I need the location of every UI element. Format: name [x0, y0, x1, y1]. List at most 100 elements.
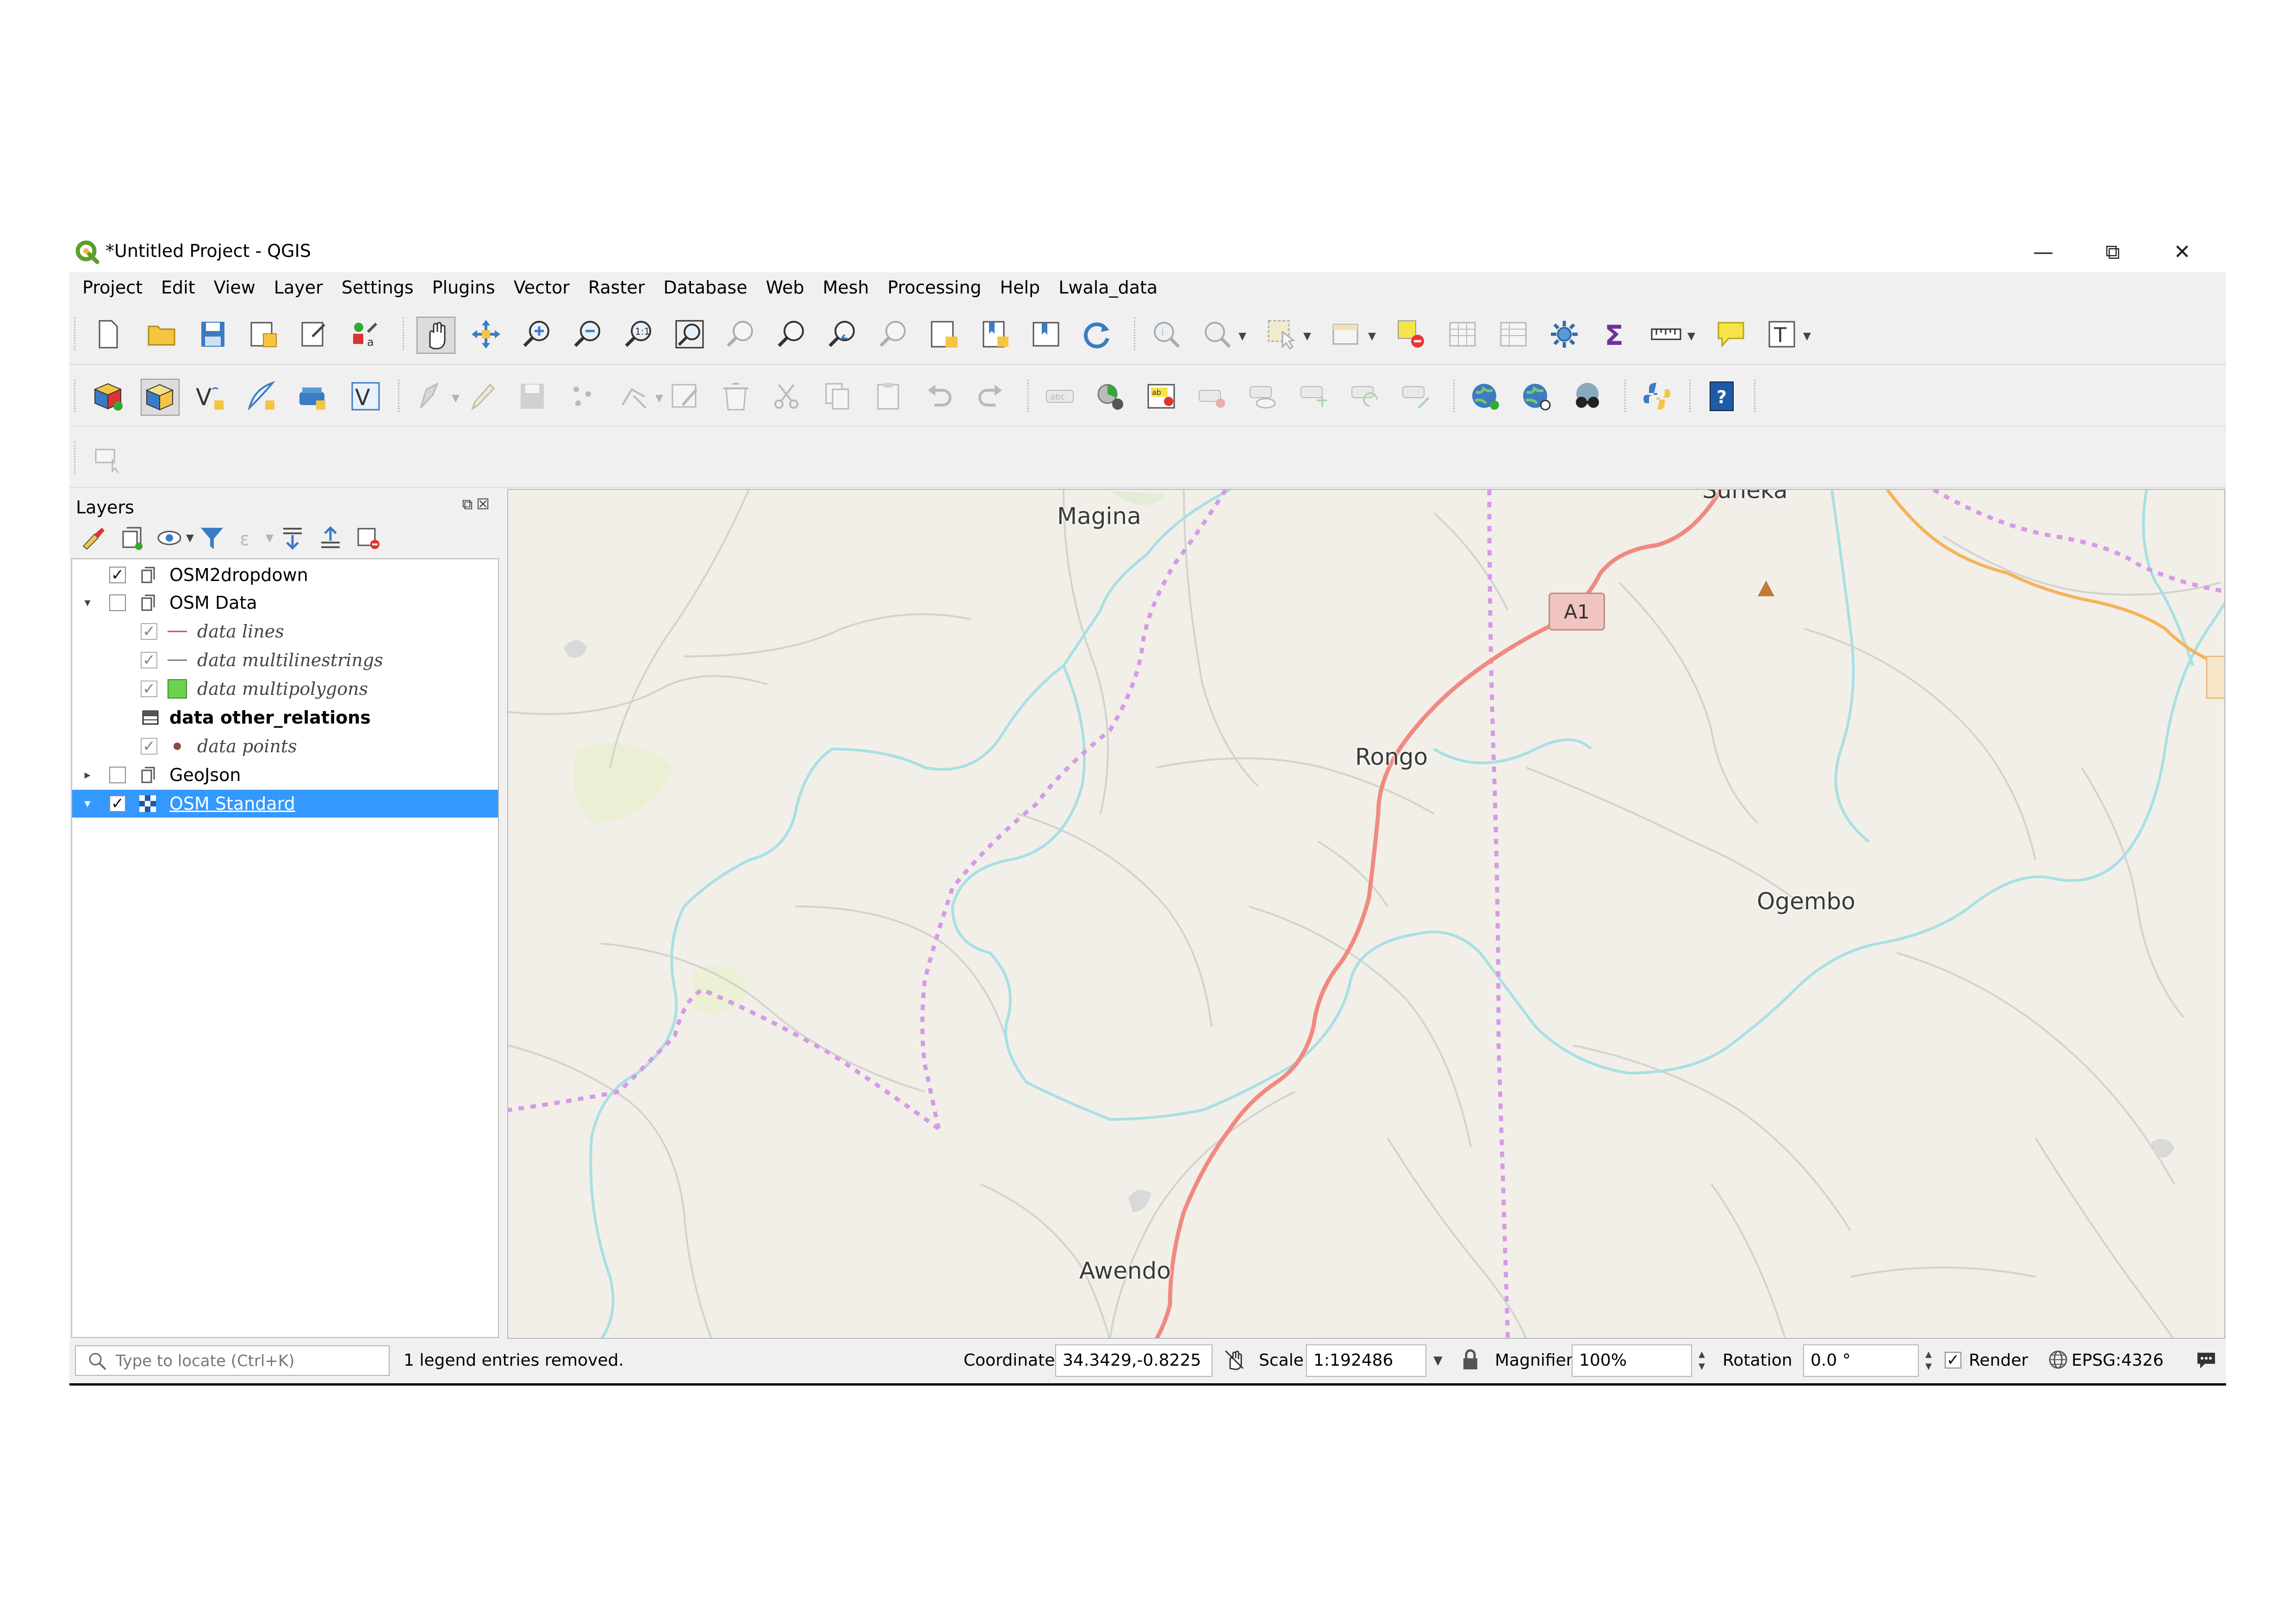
- pan-map-icon[interactable]: [417, 317, 455, 354]
- render-checkbox[interactable]: ✓: [1945, 1351, 1961, 1369]
- collapse-arrow-icon[interactable]: ▾: [81, 596, 94, 610]
- crs-globe-icon[interactable]: [2046, 1347, 2071, 1372]
- layer-visibility-checkbox[interactable]: ✓: [141, 680, 157, 698]
- close-button[interactable]: ✕: [2161, 235, 2203, 269]
- chevron-down-icon[interactable]: ▼: [1803, 331, 1811, 342]
- undo-icon[interactable]: [921, 379, 958, 414]
- toolbar-grip[interactable]: [1453, 380, 1458, 412]
- menu-plugins[interactable]: Plugins: [432, 277, 495, 298]
- zoom-next-icon[interactable]: [875, 317, 912, 352]
- highlight-pinned-labels-icon[interactable]: ab: [1143, 379, 1180, 414]
- show-hide-labels-icon[interactable]: [1245, 379, 1282, 414]
- chevron-down-icon[interactable]: ▼: [1687, 331, 1695, 342]
- select-by-value-icon[interactable]: [1328, 317, 1365, 352]
- chevron-down-icon[interactable]: ▼: [452, 393, 460, 404]
- toolbar-grip[interactable]: [74, 318, 79, 350]
- quickosm-icon[interactable]: [1569, 379, 1606, 414]
- toolbar-grip[interactable]: [1134, 318, 1139, 350]
- scale-dropdown-chevron-down-icon[interactable]: ▼: [1430, 1345, 1446, 1376]
- layer-row-data-multipolygons[interactable]: ✓ data multipolygons: [72, 675, 498, 703]
- new-vector-layer-icon[interactable]: V: [347, 379, 384, 414]
- new-spatialite-layer-icon[interactable]: [293, 379, 330, 414]
- toolbar-grip[interactable]: [1754, 380, 1759, 412]
- help-contents-icon[interactable]: ?: [1703, 379, 1740, 414]
- chevron-down-icon[interactable]: ▼: [186, 532, 194, 544]
- menu-mesh[interactable]: Mesh: [823, 277, 869, 298]
- menu-project[interactable]: Project: [82, 277, 143, 298]
- layer-visibility-checkbox[interactable]: [109, 767, 126, 783]
- toggle-editing-icon[interactable]: [463, 379, 500, 414]
- map-tips-icon[interactable]: [1712, 317, 1749, 352]
- toggle-extents-mouse-icon[interactable]: [1222, 1347, 1247, 1372]
- new-project-icon[interactable]: [90, 317, 127, 352]
- lock-scale-lock-icon[interactable]: [1458, 1347, 1483, 1372]
- open-project-icon[interactable]: [143, 317, 180, 352]
- collapse-arrow-icon[interactable]: ▾: [81, 797, 94, 811]
- quickmapservices-globe-icon[interactable]: [1467, 379, 1504, 414]
- toolbar-grip[interactable]: [74, 442, 79, 474]
- open-attribute-table-icon[interactable]: [1444, 317, 1481, 352]
- save-project-icon[interactable]: [194, 317, 231, 352]
- rotation-spinner[interactable]: ▲ ▼: [1921, 1345, 1936, 1376]
- layer-visibility-checkbox[interactable]: [109, 594, 126, 611]
- layer-visibility-checkbox[interactable]: ✓: [109, 794, 126, 813]
- statistical-summary-table-icon[interactable]: [1495, 317, 1532, 352]
- expand-all-icon[interactable]: [279, 524, 306, 552]
- paste-features-icon[interactable]: [870, 379, 907, 414]
- minimize-button[interactable]: —: [2022, 235, 2064, 269]
- magnifier-field[interactable]: 100%: [1572, 1344, 1692, 1377]
- layer-row-osm-data[interactable]: ▾ OSM Data: [72, 589, 498, 617]
- layer-row-geojson[interactable]: ▸ GeoJson: [72, 761, 498, 789]
- change-label-icon[interactable]: [1398, 379, 1435, 414]
- zoom-last-icon[interactable]: [824, 317, 861, 352]
- messages-speech-bubble-icon[interactable]: [2194, 1347, 2219, 1372]
- show-bookmarks-icon[interactable]: [1027, 317, 1064, 352]
- scale-field[interactable]: 1:192486: [1306, 1344, 1426, 1377]
- pan-to-selection-icon[interactable]: [467, 317, 504, 352]
- rotate-label-icon[interactable]: [1347, 379, 1384, 414]
- add-group-icon[interactable]: [118, 524, 145, 552]
- layer-diagram-options-icon[interactable]: [1092, 379, 1129, 414]
- data-source-manager-icon[interactable]: [90, 379, 127, 414]
- menu-vector[interactable]: Vector: [514, 277, 570, 298]
- menu-processing[interactable]: Processing: [888, 277, 982, 298]
- zoom-to-selection-icon[interactable]: [722, 317, 759, 352]
- chevron-down-icon[interactable]: ▼: [1368, 331, 1376, 342]
- redo-icon[interactable]: [972, 379, 1009, 414]
- chevron-down-icon[interactable]: ▼: [655, 393, 663, 404]
- move-label-icon[interactable]: [1296, 379, 1333, 414]
- magnifier-spinner[interactable]: ▲ ▼: [1694, 1345, 1710, 1376]
- toolbox-gear-icon[interactable]: [1546, 317, 1583, 352]
- vertex-tool-icon[interactable]: [616, 379, 653, 414]
- menu-help[interactable]: Help: [1000, 277, 1040, 298]
- digitize-point-icon[interactable]: [565, 379, 602, 414]
- zoom-full-icon[interactable]: [671, 317, 708, 352]
- zoom-in-icon[interactable]: [518, 317, 555, 352]
- pin-unpin-labels-icon[interactable]: [1194, 379, 1231, 414]
- new-temporary-scratch-layer-icon[interactable]: [243, 379, 280, 414]
- layout-manager-icon[interactable]: [296, 317, 333, 352]
- python-console-icon[interactable]: [1638, 379, 1675, 414]
- layer-row-data-lines[interactable]: ✓ data lines: [72, 618, 498, 645]
- chevron-down-icon[interactable]: ▼: [266, 532, 274, 544]
- crs-label[interactable]: EPSG:4326: [2072, 1351, 2164, 1370]
- menu-layer[interactable]: Layer: [274, 277, 323, 298]
- open-layer-styling-icon[interactable]: [80, 524, 107, 552]
- deselect-features-icon[interactable]: [1393, 317, 1430, 352]
- menu-database[interactable]: Database: [663, 277, 747, 298]
- collapse-all-icon[interactable]: [317, 524, 344, 552]
- style-manager-icon[interactable]: a: [347, 317, 384, 352]
- new-bookmark-icon[interactable]: [977, 317, 1014, 352]
- layer-row-data-multilinestrings[interactable]: ✓ data multilinestrings: [72, 646, 498, 674]
- layer-row-osm-standard[interactable]: ▾ ✓ OSM Standard: [72, 790, 498, 818]
- new-virtual-layer-icon[interactable]: V: [192, 379, 229, 414]
- layer-row-data-points[interactable]: ✓ data points: [72, 732, 498, 760]
- new-map-view-icon[interactable]: [926, 317, 963, 352]
- menu-view[interactable]: View: [214, 277, 255, 298]
- remove-layer-icon[interactable]: [355, 524, 382, 552]
- search-qms-globe-icon[interactable]: [1518, 379, 1555, 414]
- filter-by-expression-icon[interactable]: ε: [236, 524, 264, 552]
- menu-lwala-data[interactable]: Lwala_data: [1058, 277, 1157, 298]
- toolbar-grip[interactable]: [1624, 380, 1630, 412]
- toolbar-grip[interactable]: [74, 380, 79, 412]
